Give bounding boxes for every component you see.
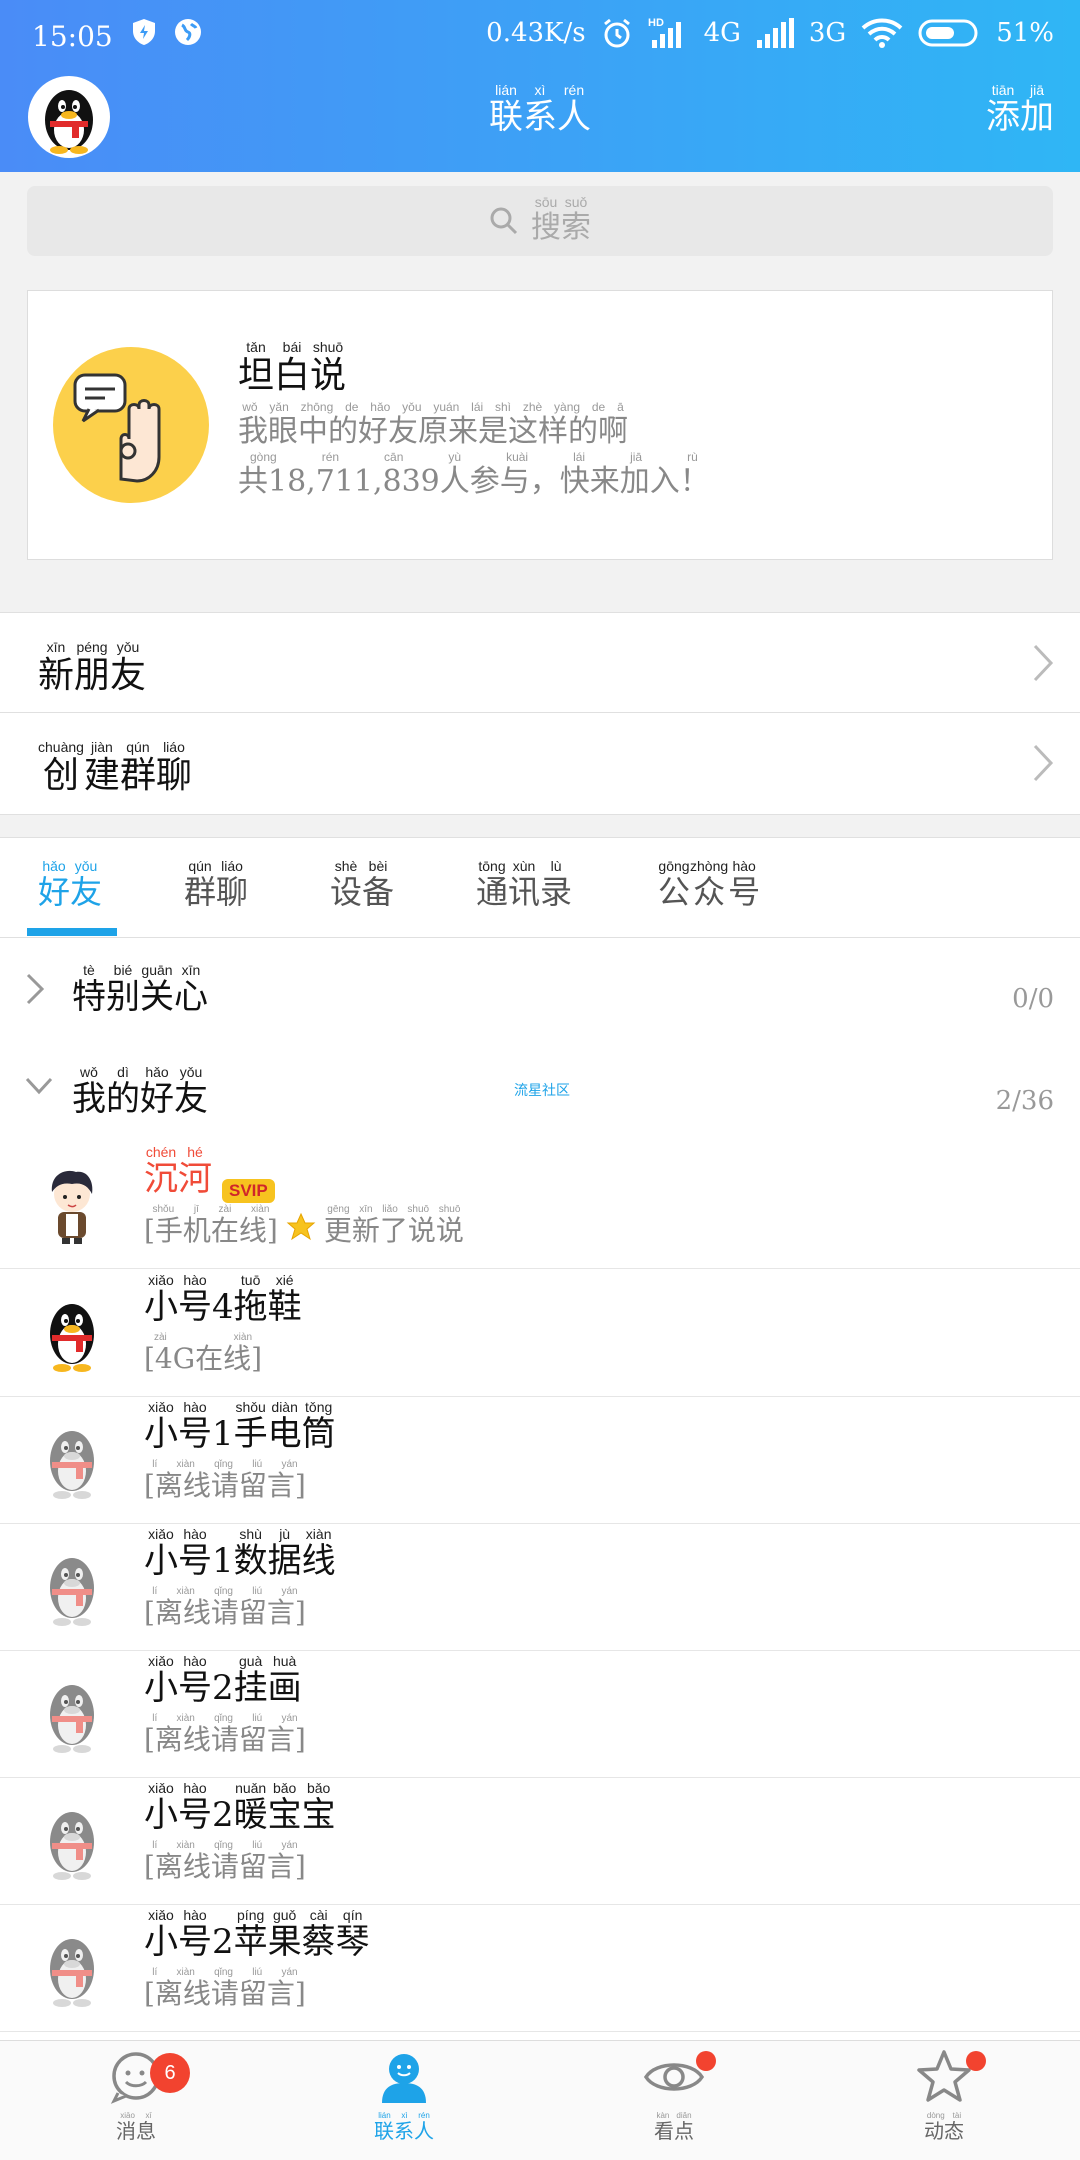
status-bar: 15:05 0.43K/s HD 4G 3G 51% bbox=[0, 0, 1080, 70]
svip-badge: SVIP bbox=[222, 1179, 275, 1203]
penguin-avatar-icon bbox=[50, 1304, 94, 1372]
friend-row[interactable]: 小xiǎo号hào2挂guà画huà [离线请留言]lí xiàn qǐng l… bbox=[0, 1651, 1080, 1778]
group-special-care[interactable]: 特tè别bié关guān心xīn 0/0 bbox=[0, 940, 1080, 1040]
friend-name: 小xiǎo号hào2挂guà画huà bbox=[144, 1653, 302, 1708]
friend-status: [离线请留言]lí xiàn qǐng liú yán bbox=[144, 1713, 306, 1756]
offline-penguin-avatar-icon bbox=[50, 1685, 94, 1753]
contacts-icon bbox=[382, 2054, 426, 2103]
status-time: 15:05 bbox=[32, 20, 113, 53]
contact-tabs: 好hǎo友yǒu 群qún聊liáo 设shè备bèi 通tōng讯xùn录lù… bbox=[0, 838, 1080, 938]
nav-messages[interactable]: 6 消息xiāo xī bbox=[66, 2049, 206, 2144]
network-type-1: 4G bbox=[703, 18, 741, 48]
battery-icon bbox=[918, 19, 978, 47]
nav-label: 联系人lián xì rén bbox=[374, 2111, 434, 2143]
new-friends-label: 新xīn朋péng友yǒu bbox=[38, 639, 147, 696]
hd-signal-icon: HD bbox=[648, 17, 681, 48]
offline-penguin-avatar-icon bbox=[50, 1939, 94, 2007]
create-group-chat-row[interactable]: 创chuàng建jiàn群qún聊liáo bbox=[0, 712, 1080, 814]
search-icon bbox=[490, 207, 518, 235]
offline-penguin-avatar-icon bbox=[50, 1812, 94, 1880]
friend-status: [手机在线]shǒu jī zài xiàn 更新了说说gēng xīn liǎ… bbox=[144, 1204, 464, 1247]
search-input[interactable]: 搜sōu索suǒ bbox=[27, 186, 1053, 256]
page-title: 联lián系xì人rén bbox=[489, 82, 591, 137]
status-right: 0.43K/s HD 4G 3G 51% bbox=[486, 16, 1054, 50]
search-placeholder: 搜sōu索suǒ bbox=[531, 194, 591, 245]
group-name: 我wǒ的dì好hǎo友yǒu bbox=[72, 1064, 208, 1119]
top-bar: 15:05 0.43K/s HD 4G 3G 51% 联lián系xì人rén … bbox=[0, 0, 1080, 172]
group-count: 2/36 bbox=[995, 1086, 1054, 1116]
wifi-icon bbox=[861, 18, 903, 48]
tab-address-book[interactable]: 通tōng讯xùn录lù bbox=[476, 858, 572, 913]
watermark-tag: 流星社区 bbox=[514, 1082, 570, 1098]
battery-level: 51% bbox=[996, 18, 1054, 48]
friend-status: [4G在线]zài xiàn bbox=[144, 1332, 263, 1375]
shield-icon bbox=[133, 19, 155, 45]
group-name: 特tè别bié关guān心xīn bbox=[72, 962, 208, 1017]
nav-kandian[interactable]: 看点kàn diǎn bbox=[604, 2049, 744, 2144]
chevron-right-icon bbox=[1033, 644, 1054, 682]
globe-icon bbox=[175, 19, 201, 45]
friend-row[interactable]: 小xiǎo号hào1数shù据jù线xiàn [离线请留言]lí xiàn qǐ… bbox=[0, 1524, 1080, 1651]
chevron-right-icon bbox=[26, 973, 45, 1005]
friend-name: 小xiǎo号hào1数shù据jù线xiàn bbox=[144, 1526, 336, 1581]
tanbaishuo-logo-icon bbox=[53, 347, 209, 503]
unread-badge: 6 bbox=[150, 2053, 190, 2093]
friend-row[interactable]: 小xiǎo号hào1手shǒu电diàn筒tǒng [离线请留言]lí xiàn… bbox=[0, 1397, 1080, 1524]
notification-dot bbox=[966, 2051, 986, 2071]
friend-name: 小xiǎo号hào4拖tuō鞋xié bbox=[144, 1272, 302, 1327]
search-area: 搜sōu索suǒ bbox=[0, 172, 1080, 268]
banner-title: 坦tǎn白bái说shuō bbox=[238, 339, 347, 396]
friend-row[interactable]: 小xiǎo号hào2暖nuǎn宝bǎo宝bǎo [离线请留言]lí xiàn q… bbox=[0, 1778, 1080, 1905]
tanbaishuo-banner[interactable]: 坦tǎn白bái说shuō 我眼中的好友原来是这样的啊wǒ yǎn zhōng … bbox=[27, 290, 1053, 560]
star-icon bbox=[917, 2050, 971, 2102]
offline-penguin-avatar-icon bbox=[50, 1431, 94, 1499]
svg-text:HD: HD bbox=[648, 17, 664, 29]
alarm-icon bbox=[603, 18, 630, 48]
chevron-down-icon bbox=[25, 1077, 53, 1095]
active-tab-indicator bbox=[27, 928, 117, 936]
add-button[interactable]: 添tiān加jiā bbox=[986, 82, 1054, 138]
tab-group-chats[interactable]: 群qún聊liáo bbox=[184, 858, 248, 913]
bottom-navigation: 6 消息xiāo xī 联系人lián xì rén 看点kàn diǎn 动态… bbox=[0, 2040, 1080, 2160]
notification-dot bbox=[696, 2051, 716, 2071]
group-my-friends[interactable]: 我wǒ的dì好hǎo友yǒu 流星社区 2/36 bbox=[0, 1042, 1080, 1142]
offline-penguin-avatar-icon bbox=[50, 1558, 94, 1626]
nav-moments[interactable]: 动态dòng tài bbox=[874, 2049, 1014, 2144]
cartoon-boy-avatar-icon bbox=[51, 1170, 93, 1244]
friend-name: 小xiǎo号hào2苹píng果guǒ蔡cài琴qín bbox=[144, 1907, 370, 1962]
network-speed: 0.43K/s bbox=[486, 18, 586, 48]
tab-friends[interactable]: 好hǎo友yǒu bbox=[38, 858, 102, 913]
signal-bars-icon bbox=[756, 18, 794, 48]
new-friends-row[interactable]: 新xīn朋péng友yǒu bbox=[0, 612, 1080, 712]
create-group-chat-label: 创chuàng建jiàn群qún聊liáo bbox=[38, 739, 192, 796]
friend-row[interactable]: 小xiǎo号hào4拖tuō鞋xié [4G在线]zài xiàn bbox=[0, 1270, 1080, 1397]
banner-participant-count: 共18,711,839人参与，快来加入！gòng rén cān yù kuài… bbox=[238, 450, 710, 499]
friend-row[interactable]: 小xiǎo号hào2苹píng果guǒ蔡cài琴qín [离线请留言]lí xi… bbox=[0, 1905, 1080, 2032]
friend-name: 小xiǎo号hào1手shǒu电diàn筒tǒng bbox=[144, 1399, 336, 1454]
nav-label: 动态dòng tài bbox=[924, 2111, 964, 2143]
chevron-right-icon bbox=[1033, 744, 1054, 782]
tab-devices[interactable]: 设shè备bèi bbox=[330, 858, 394, 913]
friend-name: 小xiǎo号hào2暖nuǎn宝bǎo宝bǎo bbox=[144, 1780, 336, 1835]
friend-status: [离线请留言]lí xiàn qǐng liú yán bbox=[144, 1459, 306, 1502]
star-icon bbox=[286, 1212, 316, 1240]
friend-status: [离线请留言]lí xiàn qǐng liú yán bbox=[144, 1967, 306, 2010]
network-type-2: 3G bbox=[808, 18, 847, 48]
banner-subtitle: 我眼中的好友原来是这样的啊wǒ yǎn zhōng de hǎo yǒu yuá… bbox=[238, 400, 628, 449]
nav-contacts[interactable]: 联系人lián xì rén bbox=[334, 2049, 474, 2144]
group-count: 0/0 bbox=[1012, 984, 1054, 1014]
friend-status: [离线请留言]lí xiàn qǐng liú yán bbox=[144, 1840, 306, 1883]
friend-row[interactable]: 沉chén河héSVIP [手机在线]shǒu jī zài xiàn 更新了说… bbox=[0, 1142, 1080, 1269]
tab-official-accounts[interactable]: 公gōng众zhòng号hào bbox=[658, 858, 760, 913]
nav-label: 看点kàn diǎn bbox=[654, 2111, 694, 2143]
friend-name: 沉chén河héSVIP bbox=[144, 1144, 275, 1203]
nav-label: 消息xiāo xī bbox=[116, 2111, 156, 2143]
friend-status: [离线请留言]lí xiàn qǐng liú yán bbox=[144, 1586, 306, 1629]
section-divider bbox=[0, 814, 1080, 838]
